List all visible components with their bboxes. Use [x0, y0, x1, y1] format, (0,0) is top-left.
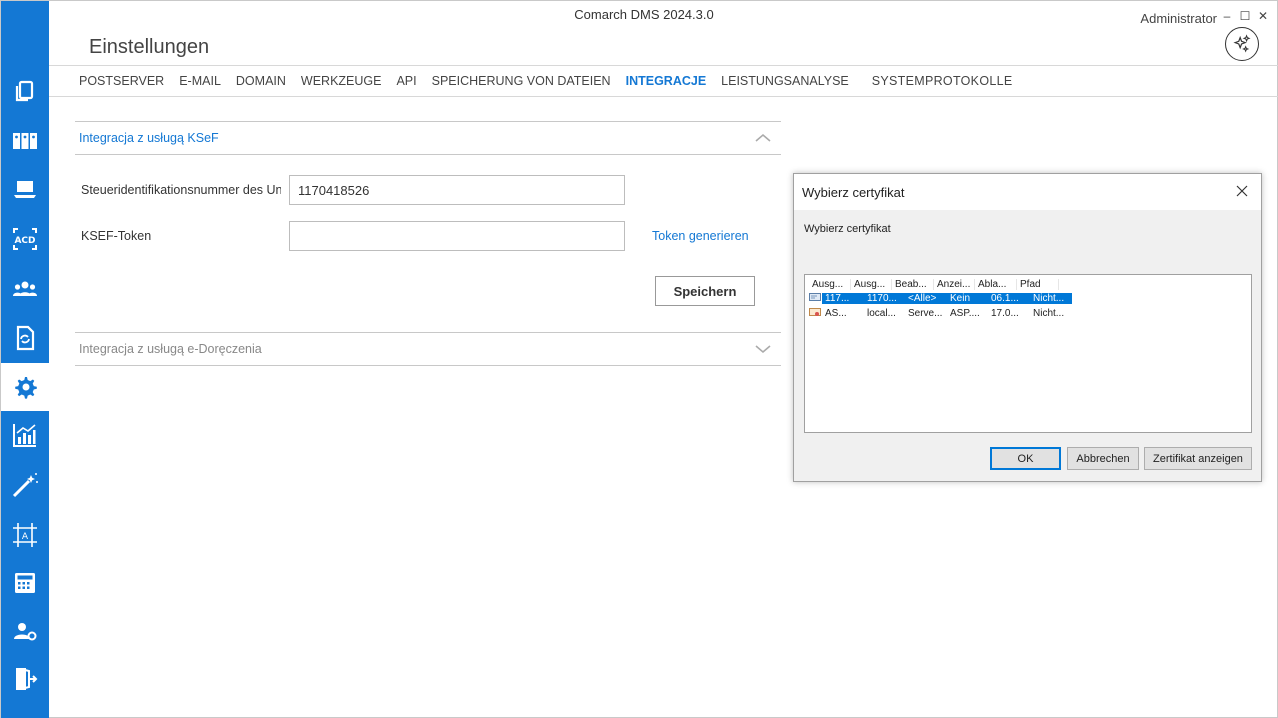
- tab-postserver[interactable]: POSTSERVER: [79, 74, 164, 88]
- ok-button[interactable]: OK: [990, 447, 1061, 470]
- template-frame-icon: A: [13, 523, 37, 547]
- tab-systemprotokolle[interactable]: SYSTEMPROTOKOLLE: [872, 74, 1013, 88]
- certificate-list-header: Ausg... Ausg... Beab... Anzei... Abla...…: [809, 277, 1059, 291]
- sidebar-item-settings[interactable]: [1, 363, 49, 411]
- settings-tabs: POSTSERVER E-MAIL DOMAIN WERKZEUGE API S…: [49, 65, 1278, 97]
- cell: local...: [867, 307, 896, 319]
- column-header[interactable]: Anzei...: [934, 278, 975, 290]
- sidebar-item-calculator[interactable]: [1, 559, 49, 607]
- tab-file-storage[interactable]: SPEICHERUNG VON DATEIEN: [432, 74, 611, 88]
- close-icon[interactable]: [1233, 182, 1251, 200]
- section-ksef-header[interactable]: Integracja z usługą KSeF: [75, 121, 781, 155]
- view-certificate-button[interactable]: Zertifikat anzeigen: [1144, 447, 1252, 470]
- certificate-dialog: Wybierz certyfikat Wybierz certyfikat Au…: [793, 173, 1262, 482]
- section-edoreczenia-title: Integracja z usługą e-Doręczenia: [79, 342, 262, 356]
- logout-door-icon: [16, 668, 38, 690]
- cell: Serve...: [908, 307, 943, 319]
- cell: Nicht...: [1030, 292, 1072, 304]
- sidebar-item-workstation[interactable]: [1, 165, 49, 213]
- tab-werkzeuge[interactable]: WERKZEUGE: [301, 74, 382, 88]
- sidebar-item-binders[interactable]: [1, 117, 49, 165]
- cell: AS...: [825, 307, 847, 319]
- sidebar-item-users[interactable]: [1, 265, 49, 313]
- tab-leistungsanalyse[interactable]: LEISTUNGSANALYSE: [721, 74, 849, 88]
- column-header[interactable]: Ausg...: [809, 278, 851, 290]
- certificate-row-selected[interactable]: 117... 1170... <Alle> Kein 06.1... Nicht…: [809, 291, 1072, 305]
- column-header[interactable]: Abla...: [975, 278, 1017, 290]
- gear-icon: [15, 377, 37, 399]
- column-header[interactable]: Beab...: [892, 278, 934, 290]
- sidebar-top: [1, 1, 49, 59]
- cell: ASP....: [950, 307, 980, 319]
- calculator-icon: [15, 573, 35, 593]
- maximize-button[interactable]: ☐: [1239, 9, 1251, 23]
- generate-token-link[interactable]: Token generieren: [652, 229, 749, 243]
- cancel-button[interactable]: Abbrechen: [1067, 447, 1139, 470]
- svg-text:A: A: [22, 532, 29, 542]
- document-sync-icon: [16, 325, 35, 351]
- sidebar-item-templates[interactable]: A: [1, 511, 49, 559]
- save-button[interactable]: Speichern: [655, 276, 755, 306]
- chevron-up-icon[interactable]: [753, 128, 773, 148]
- ksef-token-input[interactable]: [289, 221, 625, 251]
- cell: 1170...: [864, 292, 905, 304]
- chevron-down-icon[interactable]: [753, 339, 773, 359]
- ai-assistant-button[interactable]: [1225, 27, 1259, 61]
- section-edoreczenia-header[interactable]: Integracja z usługą e-Doręczenia: [75, 332, 781, 366]
- binders-icon: [13, 133, 37, 149]
- column-header[interactable]: Ausg...: [851, 278, 892, 290]
- app-window: ACD A Comarch DMS 2024.3.0 Administrator…: [0, 0, 1278, 718]
- certificate-icon: [809, 293, 821, 301]
- acd-icon: ACD: [13, 228, 37, 250]
- cell: Kein: [947, 292, 988, 304]
- tab-integracje[interactable]: INTEGRACJE: [626, 74, 707, 88]
- documents-icon: [15, 80, 34, 102]
- certificate-icon: [809, 308, 821, 316]
- sidebar-item-acd[interactable]: ACD: [1, 215, 49, 263]
- user-name[interactable]: Administrator: [1140, 11, 1217, 26]
- section-ksef-title: Integracja z usługą KSeF: [79, 131, 219, 145]
- nip-input[interactable]: [289, 175, 625, 205]
- user-settings-icon: [14, 623, 37, 641]
- cell: <Alle>: [905, 292, 947, 304]
- sidebar-item-wizard[interactable]: [1, 461, 49, 509]
- column-header[interactable]: Pfad: [1017, 278, 1059, 290]
- tab-api[interactable]: API: [396, 74, 416, 88]
- cell: 117...: [822, 292, 864, 304]
- ksef-token-label: KSEF-Token: [81, 229, 152, 243]
- sidebar-item-user-settings[interactable]: [1, 607, 49, 655]
- sidebar-item-logout[interactable]: [1, 655, 49, 703]
- users-icon: [13, 281, 37, 296]
- dialog-subtitle: Wybierz certyfikat: [804, 223, 891, 235]
- cell: 17.0...: [991, 307, 1019, 319]
- dialog-title: Wybierz certyfikat: [802, 184, 905, 200]
- sparkles-icon: [1233, 34, 1251, 53]
- dialog-titlebar: Wybierz certyfikat: [794, 174, 1261, 210]
- magic-wand-icon: [12, 473, 38, 498]
- sidebar-item-documents[interactable]: [1, 67, 49, 115]
- page-title: Einstellungen: [89, 36, 210, 58]
- cell: 06.1...: [988, 292, 1030, 304]
- close-button[interactable]: ✕: [1257, 9, 1269, 23]
- sidebar: ACD A: [1, 1, 49, 718]
- tab-email[interactable]: E-MAIL: [179, 74, 221, 88]
- window-title: Comarch DMS 2024.3.0: [574, 7, 714, 22]
- analytics-chart-icon: [13, 424, 36, 447]
- tab-domain[interactable]: DOMAIN: [236, 74, 286, 88]
- sidebar-item-analytics[interactable]: [1, 411, 49, 459]
- svg-text:ACD: ACD: [14, 236, 35, 246]
- certificate-row[interactable]: AS... local... Serve... ASP.... 17.0... …: [809, 306, 1072, 320]
- cell: Nicht...: [1033, 307, 1065, 319]
- minimize-button[interactable]: –: [1221, 9, 1233, 23]
- nip-label: Steueridentifikationsnummer des Unterneh…: [81, 183, 281, 197]
- window-controls: – ☐ ✕: [1221, 9, 1269, 23]
- laptop-icon: [14, 181, 36, 198]
- sidebar-item-document-sync[interactable]: [1, 314, 49, 362]
- certificate-list[interactable]: Ausg... Ausg... Beab... Anzei... Abla...…: [804, 274, 1252, 433]
